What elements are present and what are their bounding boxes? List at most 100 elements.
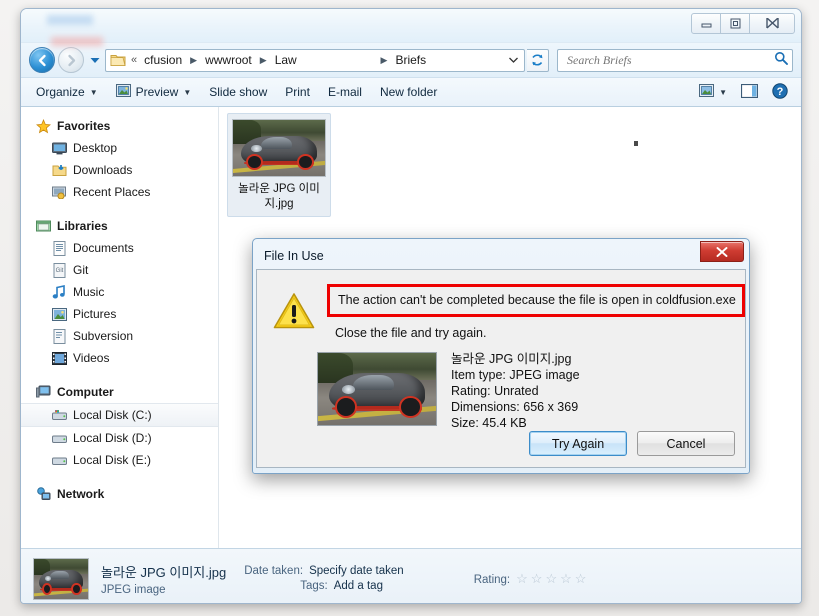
- dialog-file-rating: Rating: Unrated: [451, 384, 539, 398]
- sidebar-group-label: Libraries: [57, 219, 108, 233]
- email-label: E-mail: [327, 85, 362, 99]
- cursor-artifact: [634, 141, 638, 146]
- dialog-primary-message: The action can't be completed because th…: [338, 293, 736, 307]
- dialog-file-name: 놀라운 JPG 이미지.jpg: [451, 352, 572, 366]
- file-item-label: 놀라운 JPG 이미지.jpg: [238, 183, 320, 210]
- search-input[interactable]: [565, 51, 774, 69]
- preview-menu-button[interactable]: Preview ▼: [107, 80, 201, 104]
- svg-text:Git: Git: [55, 268, 63, 274]
- breadcrumb-separator[interactable]: ▶: [381, 55, 388, 66]
- sidebar-item-pictures[interactable]: Pictures: [21, 303, 218, 325]
- details-thumbnail: [33, 557, 89, 600]
- sidebar-group-favorites[interactable]: Favorites: [21, 115, 218, 137]
- back-button[interactable]: [29, 47, 55, 73]
- rating-star-3[interactable]: ☆: [545, 572, 557, 585]
- recent-pages-dropdown[interactable]: [87, 47, 102, 73]
- organize-menu-button[interactable]: Organize ▼: [27, 81, 107, 103]
- network-icon: [35, 486, 51, 502]
- breadcrumb-separator[interactable]: ▶: [260, 55, 267, 66]
- sidebar-item-local-disk-d[interactable]: Local Disk (D:): [21, 427, 218, 449]
- breadcrumb-item-law[interactable]: Law: [272, 51, 300, 69]
- sidebar-item-downloads[interactable]: Downloads: [21, 159, 218, 181]
- dialog-close-button[interactable]: [700, 241, 744, 262]
- sidebar-item-label: Local Disk (E:): [73, 453, 152, 467]
- breadcrumb-item-cfusion[interactable]: cfusion: [141, 51, 185, 69]
- subversion-icon: [51, 328, 67, 344]
- rating-star-1[interactable]: ☆: [516, 572, 528, 585]
- navigation-pane: Favorites Desktop Downloads Recent Place…: [21, 107, 219, 548]
- pictures-icon: [51, 306, 67, 322]
- new-folder-button[interactable]: New folder: [371, 81, 446, 103]
- try-again-button[interactable]: Try Again: [529, 431, 627, 456]
- help-icon: ?: [772, 82, 788, 102]
- breadcrumb-overflow[interactable]: «: [131, 54, 137, 66]
- breadcrumb-item-wwwroot[interactable]: wwwroot: [202, 51, 255, 69]
- sidebar-item-label: Videos: [73, 351, 110, 365]
- sidebar-group-computer[interactable]: Computer: [21, 381, 218, 403]
- rating-stars[interactable]: ☆ ☆ ☆ ☆ ☆: [516, 572, 586, 585]
- file-thumbnail: [232, 119, 326, 177]
- forward-button[interactable]: [58, 47, 84, 73]
- details-rating-label: Rating:: [473, 573, 511, 586]
- print-label: Print: [285, 85, 310, 99]
- svg-text:?: ?: [777, 86, 784, 98]
- desktop-background: « cfusion ▶ wwwroot ▶ Law ▶ Briefs Searc…: [0, 0, 819, 616]
- drive-icon: [51, 430, 67, 446]
- sidebar-item-local-disk-e[interactable]: Local Disk (E:): [21, 449, 218, 471]
- rating-star-4[interactable]: ☆: [560, 572, 572, 585]
- email-button[interactable]: E-mail: [319, 81, 371, 103]
- print-button[interactable]: Print: [276, 81, 319, 103]
- sidebar-group-libraries[interactable]: Libraries: [21, 215, 218, 237]
- downloads-icon: [51, 162, 67, 178]
- change-view-button[interactable]: ▼: [692, 81, 734, 103]
- change-view-icon: [699, 84, 715, 100]
- dialog-file-dimensions: Dimensions: 656 x 369: [451, 400, 579, 414]
- system-drive-icon: [51, 407, 67, 423]
- search-box[interactable]: [557, 48, 793, 72]
- details-date-taken-label: Date taken:: [244, 565, 304, 577]
- file-in-use-dialog: File In Use The action can't be complete…: [252, 238, 750, 474]
- cancel-button[interactable]: Cancel: [637, 431, 735, 456]
- sidebar-group-label: Favorites: [57, 119, 111, 133]
- minimize-button[interactable]: [691, 13, 721, 34]
- search-icon[interactable]: [774, 51, 788, 70]
- preview-pane-icon: [740, 83, 759, 101]
- rating-star-2[interactable]: ☆: [531, 572, 543, 585]
- sidebar-item-git[interactable]: Git Git: [21, 259, 218, 281]
- sidebar-item-label: Local Disk (D:): [73, 431, 152, 445]
- close-button[interactable]: [749, 13, 795, 34]
- slide-show-button[interactable]: Slide show: [200, 81, 276, 103]
- breadcrumb-separator[interactable]: ▶: [190, 55, 197, 66]
- maximize-button[interactable]: [720, 13, 750, 34]
- details-rating-row[interactable]: Rating: ☆ ☆ ☆ ☆ ☆: [474, 572, 587, 586]
- sidebar-item-desktop[interactable]: Desktop: [21, 137, 218, 159]
- breadcrumb-item-briefs[interactable]: Briefs: [392, 51, 429, 69]
- details-date-taken-value[interactable]: Specify date taken: [309, 565, 404, 577]
- preview-icon: [115, 84, 131, 100]
- dialog-content: The action can't be completed because th…: [256, 269, 746, 468]
- sidebar-item-local-disk-c[interactable]: Local Disk (C:): [21, 403, 218, 427]
- sidebar-item-music[interactable]: Music: [21, 281, 218, 303]
- sidebar-item-documents[interactable]: Documents: [21, 237, 218, 259]
- details-date-taken-row[interactable]: Date taken: Specify date taken: [244, 565, 403, 577]
- chevron-down-icon[interactable]: [505, 50, 522, 71]
- help-button[interactable]: ?: [765, 80, 795, 105]
- new-folder-label: New folder: [379, 85, 438, 99]
- slide-show-label: Slide show: [209, 85, 268, 99]
- refresh-button[interactable]: [527, 48, 549, 72]
- breadcrumb-address-bar[interactable]: « cfusion ▶ wwwroot ▶ Law ▶ Briefs: [105, 48, 525, 72]
- show-preview-pane-button[interactable]: [734, 81, 765, 104]
- sidebar-item-subversion[interactable]: Subversion: [21, 325, 218, 347]
- sidebar-item-videos[interactable]: Videos: [21, 347, 218, 369]
- details-tags-value[interactable]: Add a tag: [334, 580, 383, 592]
- file-item[interactable]: 놀라운 JPG 이미지.jpg: [227, 113, 331, 217]
- details-tags-row[interactable]: Tags: Add a tag: [244, 580, 403, 592]
- desktop-icon: [51, 140, 67, 156]
- address-bar-row: « cfusion ▶ wwwroot ▶ Law ▶ Briefs: [21, 43, 801, 77]
- rating-star-5[interactable]: ☆: [575, 572, 587, 585]
- sidebar-item-recent-places[interactable]: Recent Places: [21, 181, 218, 203]
- sidebar-group-network[interactable]: Network: [21, 483, 218, 505]
- computer-icon: [35, 384, 51, 400]
